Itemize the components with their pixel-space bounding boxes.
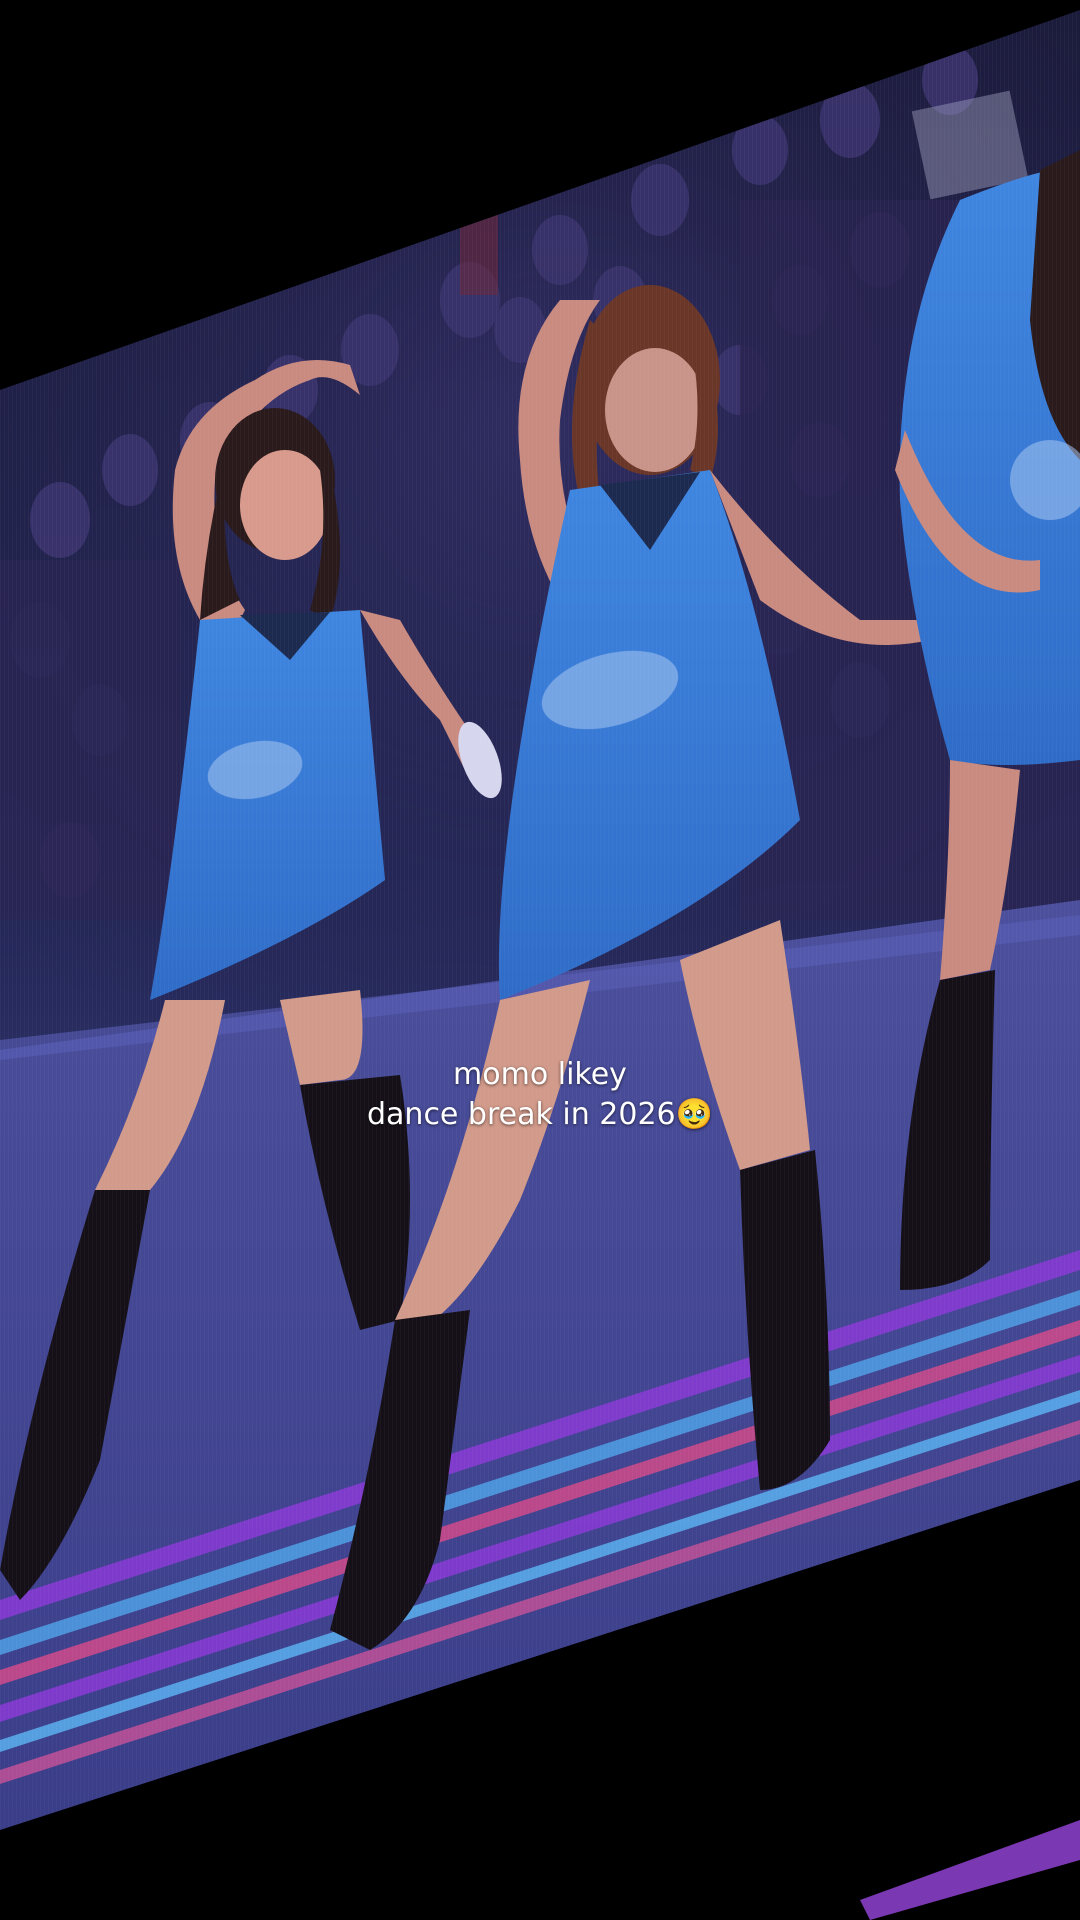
video-frame: momo likey dance break in 2026🥹 bbox=[0, 0, 1080, 1920]
concert-screen-scene bbox=[0, 10, 1080, 1920]
caption-line-2: dance break in 2026🥹 bbox=[367, 1097, 713, 1132]
caption-line-1: momo likey bbox=[453, 1057, 627, 1092]
video-caption: momo likey dance break in 2026🥹 bbox=[0, 1055, 1080, 1135]
stage-corner-light bbox=[860, 1820, 1080, 1920]
